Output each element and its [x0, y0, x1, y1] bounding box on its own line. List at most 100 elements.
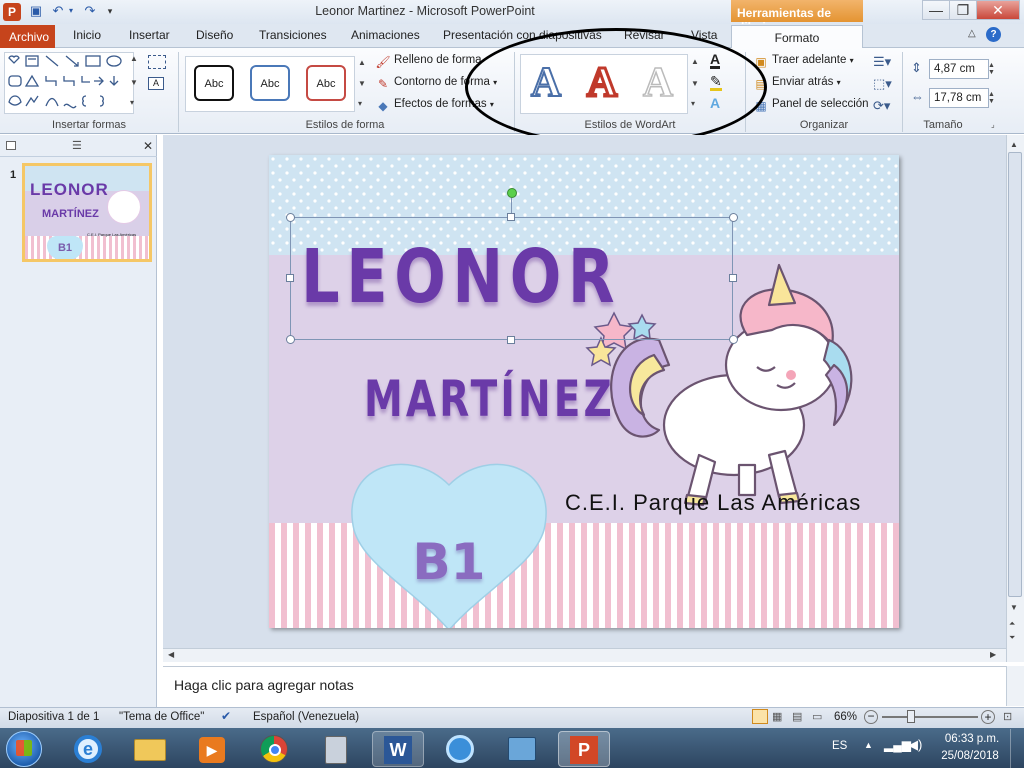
fit-slide-button[interactable]: ⊡: [1003, 710, 1012, 723]
resize-handle-e[interactable]: [729, 274, 737, 282]
tab-diseno[interactable]: Diseño: [196, 28, 233, 46]
width-spinner[interactable]: ▲ ▼: [988, 91, 995, 105]
shapes-gallery-scroll-down[interactable]: ▼: [130, 78, 138, 87]
minimize-ribbon-icon[interactable]: △: [968, 28, 976, 39]
maximize-button[interactable]: ❐: [949, 0, 977, 20]
spellcheck-icon[interactable]: ✔: [221, 709, 231, 723]
thumb-school: C.E.I. Parque Las Américas: [87, 232, 137, 237]
network-icon[interactable]: ▂▄▆: [884, 738, 911, 752]
vertical-scroll-thumb[interactable]: [1008, 152, 1022, 597]
shape-styles-scroll-up[interactable]: ▲: [358, 58, 366, 67]
slideshow-view-button[interactable]: ▭: [812, 710, 822, 723]
notes-pane[interactable]: Haga clic para agregar notas: [163, 666, 1006, 706]
show-hidden-icons[interactable]: ▲: [864, 740, 873, 750]
bring-forward-button[interactable]: ▣ Traer adelante ▾: [752, 54, 862, 72]
zoom-slider-thumb[interactable]: [907, 710, 915, 723]
group-icon[interactable]: ⬚▾: [873, 76, 892, 92]
slide-badge-text[interactable]: B1: [379, 533, 519, 591]
shapes-gallery-icons[interactable]: [6, 54, 128, 112]
clock-date[interactable]: 25/08/2018: [937, 750, 1003, 762]
file-explorer-icon[interactable]: [124, 731, 176, 767]
tab-transiciones[interactable]: Transiciones: [259, 28, 327, 46]
resize-handle-se[interactable]: [729, 335, 738, 344]
shape-styles-scroll-down[interactable]: ▼: [358, 79, 366, 88]
resize-handle-n[interactable]: [507, 213, 515, 221]
previous-slide-button[interactable]: ⏶: [1009, 619, 1015, 629]
shape-style-black[interactable]: Abc: [194, 65, 234, 101]
selection-frame[interactable]: [290, 217, 733, 340]
effects-icon: ◆: [378, 99, 388, 113]
reading-view-button[interactable]: ▤: [792, 710, 802, 723]
calculator-icon[interactable]: [310, 731, 362, 767]
show-desktop-button[interactable]: [1010, 729, 1024, 768]
status-language[interactable]: Español (Venezuela): [253, 711, 359, 723]
resize-handle-ne[interactable]: [729, 213, 738, 222]
horizontal-scrollbar[interactable]: [163, 648, 1006, 662]
align-icon[interactable]: ☰▾: [873, 54, 891, 70]
scroll-up-arrow[interactable]: ▲: [1010, 140, 1018, 149]
slide-sorter-view-button[interactable]: ▦: [772, 710, 782, 723]
input-language[interactable]: ES: [832, 740, 847, 752]
media-player-icon[interactable]: ▶: [186, 731, 238, 767]
resize-handle-w[interactable]: [286, 274, 294, 282]
zoom-out-button[interactable]: −: [864, 710, 878, 724]
shapes-gallery-scroll-up[interactable]: ▲: [130, 54, 138, 63]
zoom-slider-track[interactable]: [882, 716, 978, 718]
normal-view-button[interactable]: [752, 709, 768, 724]
context-tab-group-title: Herramientas de dibujo: [731, 0, 863, 34]
tab-formato[interactable]: Formato: [731, 25, 863, 49]
status-theme[interactable]: "Tema de Office": [119, 711, 204, 723]
shape-style-blue[interactable]: Abc: [250, 65, 290, 101]
zoom-level[interactable]: 66%: [834, 711, 857, 723]
resize-handle-nw[interactable]: [286, 213, 295, 222]
file-tab[interactable]: Archivo: [0, 25, 55, 48]
slide-school-name[interactable]: C.E.I. Parque Las Américas: [565, 490, 861, 516]
send-backward-label: Enviar atrás: [772, 76, 834, 88]
resize-handle-sw[interactable]: [286, 335, 295, 344]
tab-inicio[interactable]: Inicio: [73, 28, 101, 46]
rotation-handle[interactable]: [507, 188, 517, 198]
zoom-in-button[interactable]: +: [981, 710, 995, 724]
rotate-icon[interactable]: ⟳▾: [873, 98, 890, 114]
next-slide-button[interactable]: ⏷: [1009, 633, 1015, 643]
close-button[interactable]: ✕: [976, 0, 1020, 20]
notes-scrollbar[interactable]: [1006, 666, 1024, 706]
edit-shape-icon[interactable]: [148, 55, 166, 69]
shapes-gallery-more[interactable]: ▾: [130, 98, 134, 107]
internet-explorer-icon[interactable]: e: [62, 731, 114, 767]
thumb-heart-badge: B1: [47, 236, 83, 259]
control-panel-icon[interactable]: [496, 731, 548, 767]
help-icon[interactable]: ?: [986, 27, 1001, 42]
send-backward-button[interactable]: ▤ Enviar atrás ▾: [752, 76, 862, 94]
powerpoint-taskbar-icon[interactable]: P: [558, 731, 610, 767]
shape-styles-more[interactable]: ▾: [358, 99, 362, 108]
outline-tab-icon[interactable]: ☰: [72, 139, 82, 152]
chrome-icon[interactable]: [248, 731, 300, 767]
slide-last-name[interactable]: MARTÍNEZ: [364, 369, 615, 429]
slide-thumbnail[interactable]: LEONOR MARTÍNEZ C.E.I. Parque Las Améric…: [22, 163, 152, 262]
width-icon: ⇔: [911, 89, 924, 104]
edge-browser-icon[interactable]: [434, 731, 486, 767]
tab-animaciones[interactable]: Animaciones: [351, 28, 420, 46]
shape-style-red[interactable]: Abc: [306, 65, 346, 101]
scroll-down-arrow[interactable]: ▼: [1010, 603, 1018, 612]
height-icon: ⇕: [911, 60, 922, 75]
slides-tab-icon[interactable]: [6, 141, 16, 150]
selection-pane-button[interactable]: ▦ Panel de selección: [752, 98, 870, 116]
height-input[interactable]: 4,87 cm: [929, 59, 989, 79]
size-dialog-launcher-icon[interactable]: ⌟: [991, 120, 995, 129]
paint-bucket-icon: 🖌: [375, 55, 391, 69]
close-panel-icon[interactable]: ✕: [143, 139, 153, 153]
volume-icon[interactable]: ◀): [908, 737, 922, 753]
width-input[interactable]: 17,78 cm: [929, 88, 989, 108]
scroll-right-arrow[interactable]: ▶: [990, 650, 996, 659]
height-spinner[interactable]: ▲ ▼: [988, 62, 995, 76]
word-icon[interactable]: W: [372, 731, 424, 767]
resize-handle-s[interactable]: [507, 336, 515, 344]
minimize-button[interactable]: —: [922, 0, 950, 20]
text-box-icon[interactable]: A: [148, 77, 164, 90]
status-slide-info: Diapositiva 1 de 1: [8, 711, 100, 723]
tab-insertar[interactable]: Insertar: [129, 28, 170, 46]
scroll-left-arrow[interactable]: ◀: [168, 650, 174, 659]
clock-time[interactable]: 06:33 p.m.: [942, 733, 1002, 745]
